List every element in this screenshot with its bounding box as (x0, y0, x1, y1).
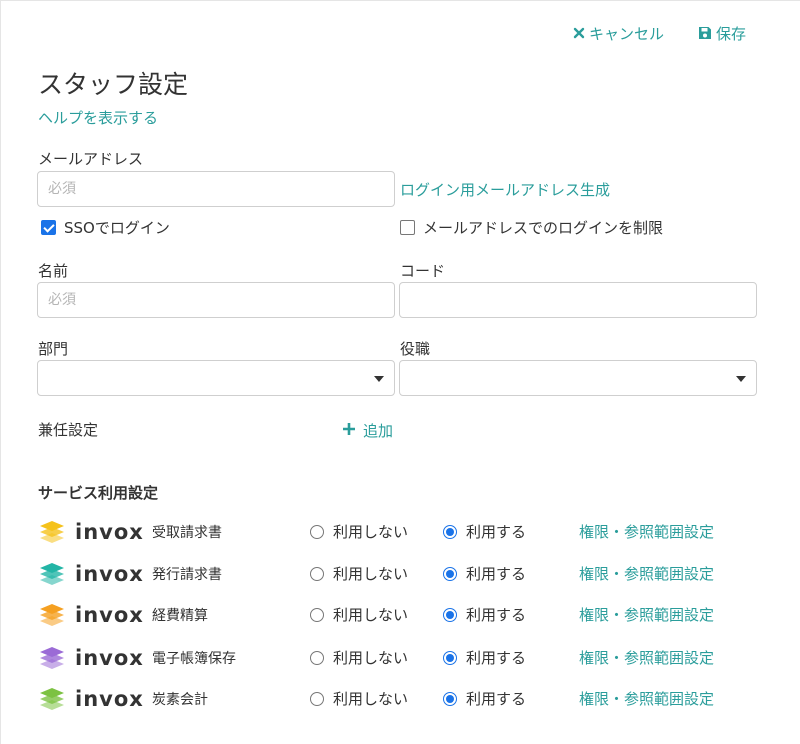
service-brand: invox (75, 687, 144, 711)
service-product: 炭素会計 (152, 692, 208, 708)
name-input[interactable] (37, 282, 395, 318)
service-brand: invox (75, 520, 144, 544)
service-brand: invox (75, 646, 144, 670)
service-row: invox 電子帳簿保存 利用しない 利用する 権限・参照範囲設定 (38, 645, 778, 671)
sso-checkbox-row[interactable]: SSOでログイン (41, 217, 170, 238)
permission-settings-link[interactable]: 権限・参照範囲設定 (579, 522, 714, 542)
service-on-label: 利用する (466, 606, 527, 624)
generate-email-link[interactable]: ログイン用メールアドレス生成 (400, 179, 610, 200)
x-icon (573, 27, 585, 39)
code-input[interactable] (399, 282, 757, 318)
help-link[interactable]: ヘルプを表示する (38, 107, 158, 128)
settings-panel: キャンセル 保存 スタッフ設定 ヘルプを表示する メールアドレス ログイン用メー… (0, 0, 800, 744)
radio-off[interactable] (310, 608, 324, 622)
permission-settings-link[interactable]: 権限・参照範囲設定 (579, 689, 714, 709)
radio-off[interactable] (310, 651, 324, 665)
code-label: コード (400, 262, 446, 280)
department-select[interactable] (37, 360, 395, 396)
service-product: 経費精算 (152, 608, 208, 624)
radio-on[interactable] (443, 651, 457, 665)
position-label: 役職 (400, 340, 431, 358)
service-off-option[interactable]: 利用しない (310, 522, 408, 542)
chevron-down-icon (374, 376, 384, 382)
chevron-down-icon (736, 376, 746, 382)
stack-layers-icon (38, 561, 66, 587)
service-on-label: 利用する (466, 649, 527, 667)
radio-off[interactable] (310, 567, 324, 581)
stack-layers-icon (38, 645, 66, 671)
email-label: メールアドレス (38, 150, 144, 168)
service-row: invox 受取請求書 利用しない 利用する 権限・参照範囲設定 (38, 519, 778, 545)
sso-label: SSOでログイン (64, 219, 170, 237)
service-product: 発行請求書 (152, 567, 222, 583)
radio-on[interactable] (443, 692, 457, 706)
page-title: スタッフ設定 (38, 70, 189, 99)
service-on-option[interactable]: 利用する (443, 605, 526, 625)
plus-icon (342, 422, 356, 440)
service-off-option[interactable]: 利用しない (310, 689, 408, 709)
permission-settings-link[interactable]: 権限・参照範囲設定 (579, 648, 714, 668)
add-label: 追加 (363, 422, 394, 440)
sso-checkbox[interactable] (41, 220, 56, 235)
service-off-label: 利用しない (333, 565, 409, 583)
radio-on[interactable] (443, 567, 457, 581)
service-on-option[interactable]: 利用する (443, 522, 526, 542)
service-on-option[interactable]: 利用する (443, 648, 526, 668)
radio-on[interactable] (443, 525, 457, 539)
stack-layers-icon (38, 602, 66, 628)
service-on-label: 利用する (466, 523, 527, 541)
restrict-email-login-checkbox[interactable] (400, 220, 415, 235)
service-product: 電子帳簿保存 (152, 651, 236, 667)
position-select[interactable] (399, 360, 757, 396)
service-off-label: 利用しない (333, 690, 409, 708)
floppy-disk-icon (698, 26, 712, 40)
radio-on[interactable] (443, 608, 457, 622)
service-off-label: 利用しない (333, 649, 409, 667)
service-on-option[interactable]: 利用する (443, 564, 526, 584)
service-row: invox 炭素会計 利用しない 利用する 権限・参照範囲設定 (38, 686, 778, 712)
permission-settings-link[interactable]: 権限・参照範囲設定 (579, 605, 714, 625)
service-on-label: 利用する (466, 565, 527, 583)
concurrent-label: 兼任設定 (38, 421, 99, 439)
stack-layers-icon (38, 519, 66, 545)
service-off-option[interactable]: 利用しない (310, 648, 408, 668)
radio-off[interactable] (310, 692, 324, 706)
service-off-option[interactable]: 利用しない (310, 564, 408, 584)
services-section-title: サービス利用設定 (38, 484, 159, 502)
permission-settings-link[interactable]: 権限・参照範囲設定 (579, 564, 714, 584)
service-on-option[interactable]: 利用する (443, 689, 526, 709)
stack-layers-icon (38, 686, 66, 712)
service-off-label: 利用しない (333, 523, 409, 541)
save-label: 保存 (716, 24, 747, 43)
email-input[interactable] (37, 171, 395, 207)
service-off-option[interactable]: 利用しない (310, 605, 408, 625)
cancel-label: キャンセル (589, 24, 665, 43)
service-product: 受取請求書 (152, 525, 222, 541)
save-button[interactable]: 保存 (698, 21, 746, 45)
service-brand: invox (75, 562, 144, 586)
restrict-email-login-label: メールアドレスでのログインを制限 (423, 219, 664, 237)
restrict-email-login-row[interactable]: メールアドレスでのログインを制限 (400, 217, 663, 238)
radio-off[interactable] (310, 525, 324, 539)
department-label: 部門 (38, 340, 69, 358)
service-row: invox 経費精算 利用しない 利用する 権限・参照範囲設定 (38, 602, 778, 628)
add-concurrent-button[interactable]: 追加 (342, 420, 393, 441)
service-on-label: 利用する (466, 690, 527, 708)
service-brand: invox (75, 603, 144, 627)
service-row: invox 発行請求書 利用しない 利用する 権限・参照範囲設定 (38, 561, 778, 587)
name-label: 名前 (38, 262, 69, 280)
cancel-button[interactable]: キャンセル (573, 21, 664, 45)
service-off-label: 利用しない (333, 606, 409, 624)
